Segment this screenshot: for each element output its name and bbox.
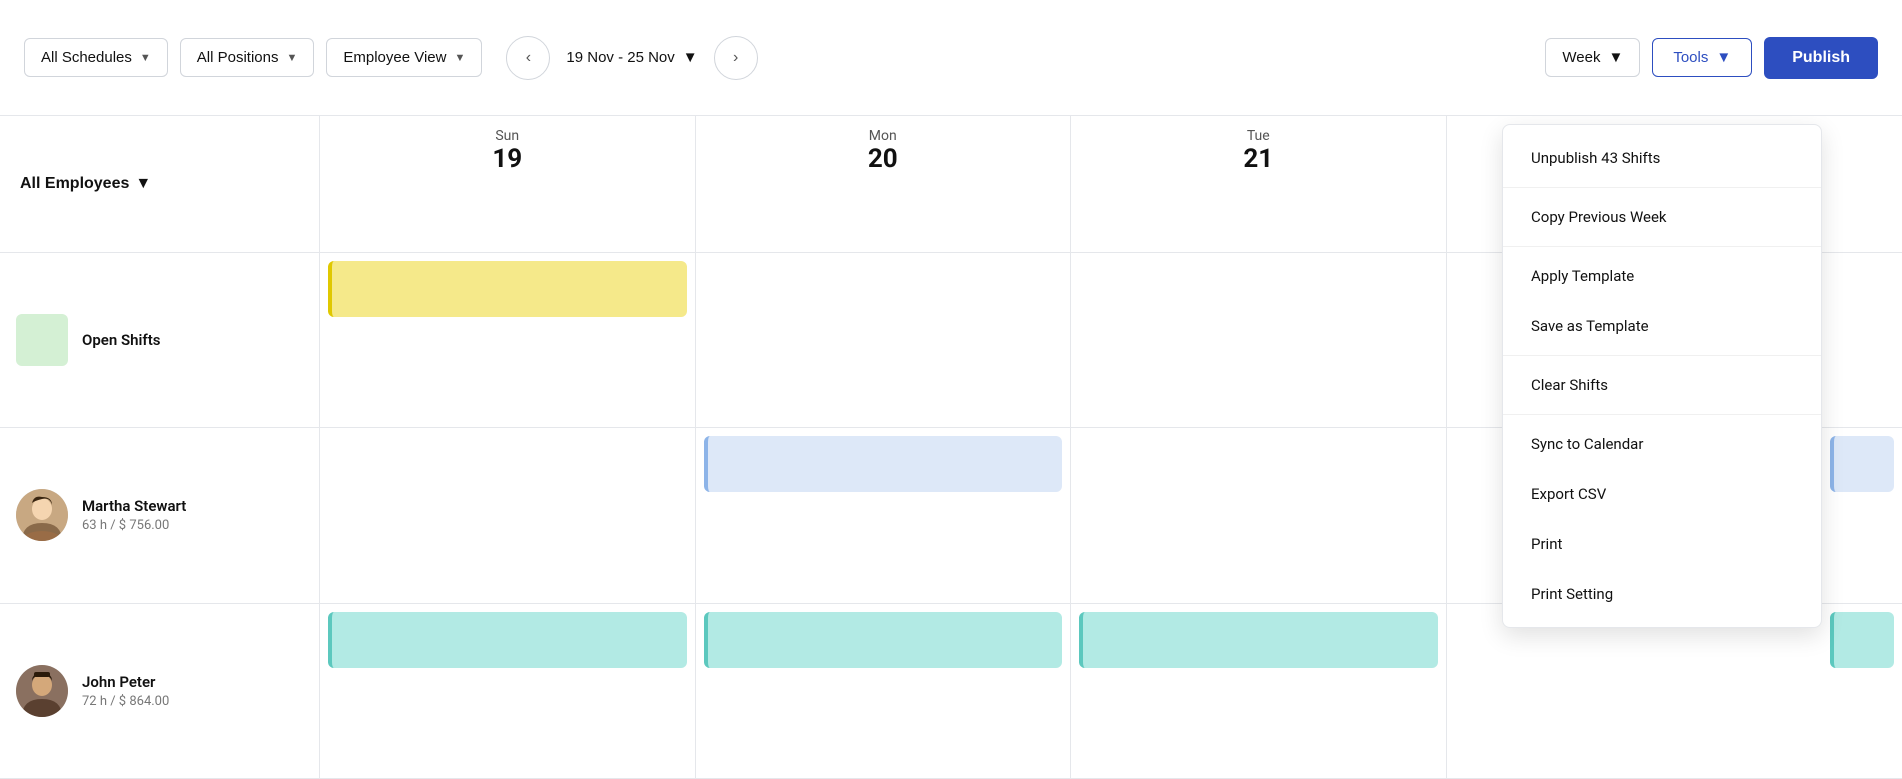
tue-21-header: Tue 21 — [1071, 116, 1447, 253]
menu-divider-3 — [1503, 355, 1821, 356]
john-row-label: John Peter 72 h / $ 864.00 — [0, 604, 320, 779]
john-wed-cell[interactable] — [1447, 604, 1823, 779]
open-shifts-mon-cell[interactable] — [696, 253, 1072, 429]
date-range-button[interactable]: 19 Nov - 25 Nov ▼ — [550, 41, 713, 74]
partial-header-filler — [1822, 116, 1902, 253]
menu-divider-1 — [1503, 187, 1821, 188]
week-dropdown[interactable]: Week ▼ — [1545, 38, 1640, 77]
menu-item-export-csv[interactable]: Export CSV — [1503, 469, 1821, 519]
all-schedules-dropdown[interactable]: All Schedules ▼ — [24, 38, 168, 77]
martha-tue-cell[interactable] — [1071, 428, 1447, 604]
menu-item-unpublish[interactable]: Unpublish 43 Shifts — [1503, 133, 1821, 183]
john-partial-bar — [1830, 612, 1894, 668]
date-range-label: 19 Nov - 25 Nov — [566, 49, 674, 66]
prev-week-button[interactable]: ‹ — [506, 36, 550, 80]
chevron-down-icon: ▼ — [1608, 49, 1623, 66]
tue-day-label: Tue — [1079, 128, 1438, 144]
chevron-down-icon: ▼ — [135, 175, 151, 193]
tools-dropdown-button[interactable]: Tools ▼ — [1652, 38, 1752, 77]
john-name: John Peter — [82, 673, 169, 691]
employees-header-cell: All Employees ▼ — [0, 116, 320, 253]
martha-mon-cell[interactable] — [696, 428, 1072, 604]
mon-day-label: Mon — [704, 128, 1063, 144]
tools-dropdown-menu: Unpublish 43 Shifts Copy Previous Week A… — [1502, 124, 1822, 628]
chevron-down-icon: ▼ — [683, 49, 698, 66]
publish-label: Publish — [1792, 49, 1850, 66]
tue-day-num: 21 — [1079, 144, 1438, 174]
chevron-down-icon: ▼ — [286, 52, 297, 64]
chevron-left-icon: ‹ — [526, 49, 531, 67]
martha-row-label: Martha Stewart 63 h / $ 756.00 — [0, 428, 320, 604]
menu-divider-4 — [1503, 414, 1821, 415]
open-shifts-avatar — [16, 314, 68, 366]
next-week-button[interactable]: › — [714, 36, 758, 80]
all-positions-dropdown[interactable]: All Positions ▼ — [180, 38, 315, 77]
menu-divider-2 — [1503, 246, 1821, 247]
john-avatar — [16, 665, 68, 717]
open-shifts-info: Open Shifts — [82, 331, 160, 349]
schedule-grid-wrapper: All Employees ▼ Sun 19 Mon 20 Tue 21 Wed… — [0, 116, 1902, 779]
mon-day-num: 20 — [704, 144, 1063, 174]
john-tue-cell[interactable] — [1071, 604, 1447, 779]
john-mon-cell[interactable] — [696, 604, 1072, 779]
sun-19-header: Sun 19 — [320, 116, 696, 253]
menu-item-print[interactable]: Print — [1503, 519, 1821, 569]
menu-item-save-template[interactable]: Save as Template — [1503, 301, 1821, 351]
martha-partial-cell — [1822, 428, 1902, 604]
chevron-down-icon: ▼ — [1716, 49, 1731, 66]
martha-mon-bar — [704, 436, 1063, 492]
menu-item-clear-shifts[interactable]: Clear Shifts — [1503, 360, 1821, 410]
menu-item-copy-prev-week[interactable]: Copy Previous Week — [1503, 192, 1821, 242]
sun-day-num: 19 — [328, 144, 687, 174]
chevron-down-icon: ▼ — [140, 52, 151, 64]
martha-hours: 63 h / $ 756.00 — [82, 518, 186, 533]
john-sun-bar — [328, 612, 687, 668]
all-schedules-label: All Schedules — [41, 49, 132, 66]
open-shifts-name: Open Shifts — [82, 331, 160, 349]
open-shifts-sun-cell[interactable] — [320, 253, 696, 429]
menu-item-apply-template[interactable]: Apply Template — [1503, 251, 1821, 301]
all-employees-dropdown[interactable]: All Employees ▼ — [20, 175, 151, 193]
john-mon-bar — [704, 612, 1063, 668]
john-sun-cell[interactable] — [320, 604, 696, 779]
publish-button[interactable]: Publish — [1764, 37, 1878, 79]
john-partial-cell — [1822, 604, 1902, 779]
date-navigation: ‹ 19 Nov - 25 Nov ▼ › — [506, 36, 757, 80]
all-employees-label: All Employees — [20, 175, 129, 193]
martha-info: Martha Stewart 63 h / $ 756.00 — [82, 497, 186, 533]
mon-20-header: Mon 20 — [696, 116, 1072, 253]
martha-partial-bar — [1830, 436, 1894, 492]
menu-item-sync-calendar[interactable]: Sync to Calendar — [1503, 419, 1821, 469]
sun-day-label: Sun — [328, 128, 687, 144]
open-shifts-sun-bar — [328, 261, 687, 317]
martha-sun-cell[interactable] — [320, 428, 696, 604]
week-label: Week — [1562, 49, 1600, 66]
martha-avatar — [16, 489, 68, 541]
header: All Schedules ▼ All Positions ▼ Employee… — [0, 0, 1902, 116]
tools-label: Tools — [1673, 49, 1708, 66]
open-shifts-tue-cell[interactable] — [1071, 253, 1447, 429]
open-shifts-row-label: Open Shifts — [0, 253, 320, 429]
employee-view-dropdown[interactable]: Employee View ▼ — [326, 38, 482, 77]
chevron-down-icon: ▼ — [455, 52, 466, 64]
menu-item-print-setting[interactable]: Print Setting — [1503, 569, 1821, 619]
chevron-right-icon: › — [733, 49, 738, 67]
all-positions-label: All Positions — [197, 49, 279, 66]
john-tue-bar — [1079, 612, 1438, 668]
employee-view-label: Employee View — [343, 49, 446, 66]
open-shifts-partial-cell — [1822, 253, 1902, 429]
john-info: John Peter 72 h / $ 864.00 — [82, 673, 169, 709]
john-hours: 72 h / $ 864.00 — [82, 694, 169, 709]
martha-name: Martha Stewart — [82, 497, 186, 515]
